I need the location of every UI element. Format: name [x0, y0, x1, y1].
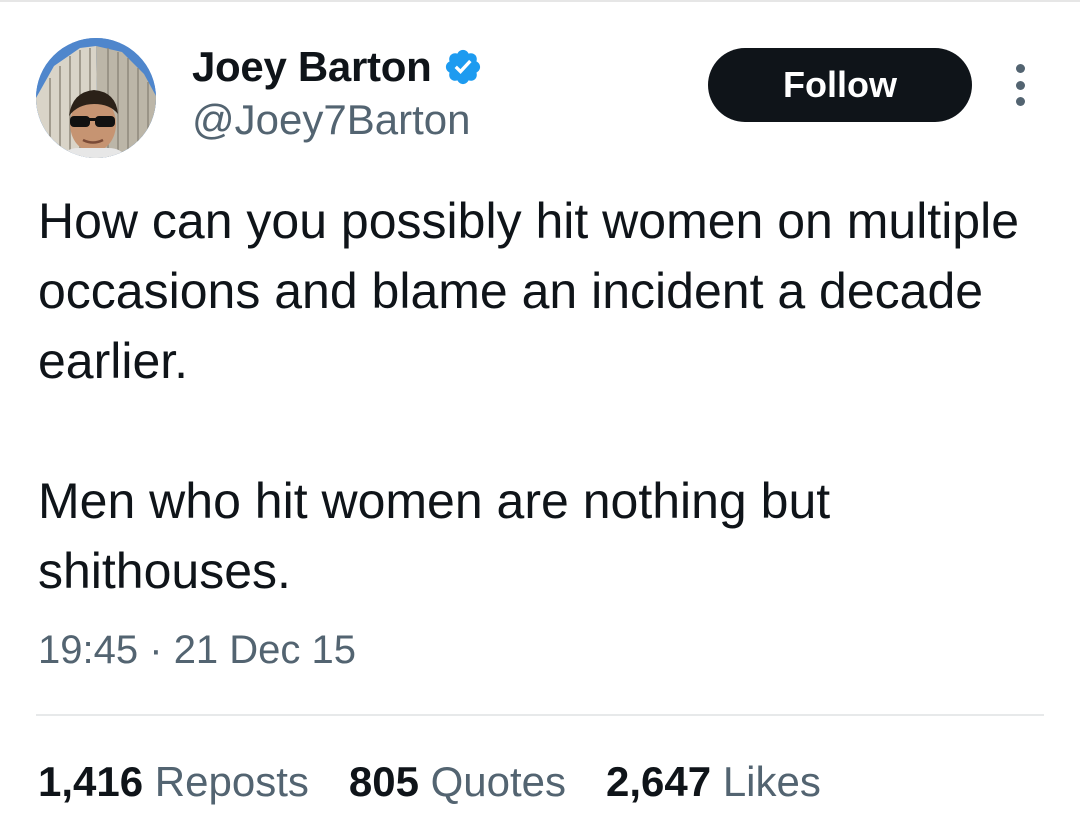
likes-stat[interactable]: 2,647 Likes [606, 758, 821, 806]
avatar[interactable] [36, 38, 156, 158]
quotes-count: 805 [348, 758, 419, 805]
stats-divider [36, 714, 1044, 716]
timestamp-separator: · [149, 628, 163, 672]
verified-badge-icon[interactable] [443, 47, 483, 87]
reposts-label: Reposts [154, 758, 309, 805]
author-name-row: Joey Barton [192, 42, 483, 92]
profile-photo [36, 38, 156, 158]
more-dot [1015, 80, 1025, 90]
reposts-stat[interactable]: 1,416 Reposts [38, 758, 309, 806]
quotes-label: Quotes [430, 758, 567, 805]
follow-button[interactable]: Follow [708, 48, 972, 122]
likes-count: 2,647 [606, 758, 712, 805]
more-dot [1015, 97, 1025, 106]
tweet-paragraph: How can you possibly hit women on multip… [38, 193, 1020, 389]
more-dot [1015, 64, 1025, 73]
more-options-icon[interactable] [1004, 62, 1036, 108]
engagement-stats: 1,416 Reposts 805 Quotes 2,647 Likes [38, 758, 821, 806]
tweet-time[interactable]: 19:45 [38, 628, 138, 672]
top-divider [0, 0, 1080, 2]
tweet-text: How can you possibly hit women on multip… [38, 186, 1048, 606]
author-handle[interactable]: @Joey7Barton [192, 96, 470, 144]
tweet-paragraph: Men who hit women are nothing but shitho… [38, 473, 831, 599]
tweet-timestamp: 19:45 · 21 Dec 15 [38, 628, 356, 673]
tweet-date[interactable]: 21 Dec 15 [174, 628, 356, 672]
likes-label: Likes [722, 758, 821, 805]
quotes-stat[interactable]: 805 Quotes [349, 758, 566, 806]
author-display-name[interactable]: Joey Barton [192, 43, 432, 91]
reposts-count: 1,416 [38, 758, 144, 805]
